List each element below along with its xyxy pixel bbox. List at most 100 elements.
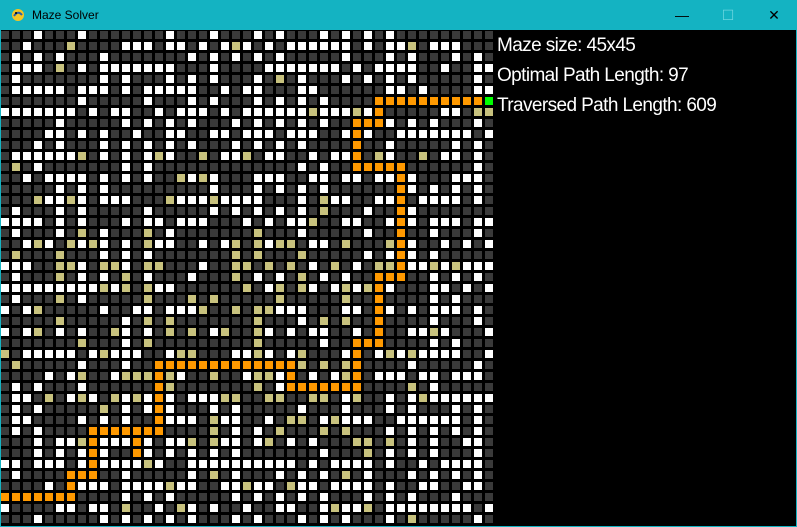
maze-cell	[144, 350, 152, 358]
maze-cell	[309, 438, 317, 446]
maze-cell	[386, 493, 394, 501]
maze-cell	[243, 372, 251, 380]
maze-cell	[144, 262, 152, 270]
maze-cell	[100, 141, 108, 149]
maze-cell	[221, 438, 229, 446]
path-cell	[89, 427, 97, 435]
maze-cell	[463, 31, 471, 39]
maze-cell	[364, 152, 372, 160]
maze-cell	[78, 438, 86, 446]
maximize-button[interactable]: ☐	[705, 0, 751, 30]
maze-cell	[12, 64, 20, 72]
maze-cell	[188, 515, 196, 523]
maze-cell	[243, 284, 251, 292]
maze-cell	[144, 471, 152, 479]
maze-cell	[419, 284, 427, 292]
maze-cell	[111, 229, 119, 237]
maze-cell	[12, 350, 20, 358]
maze-cell	[199, 207, 207, 215]
maze-cell	[265, 75, 273, 83]
maze-cell	[430, 207, 438, 215]
maze-cell	[397, 53, 405, 61]
maze-cell	[408, 152, 416, 160]
maze-cell	[56, 130, 64, 138]
maze-cell	[419, 317, 427, 325]
maze-cell	[342, 174, 350, 182]
maze-cell	[78, 251, 86, 259]
maze-cell	[67, 361, 75, 369]
maze-cell	[474, 42, 482, 50]
maze-cell	[210, 284, 218, 292]
maze-cell	[210, 42, 218, 50]
maze-cell	[188, 328, 196, 336]
maze-cell	[144, 328, 152, 336]
maze-cell	[364, 416, 372, 424]
maze-cell	[342, 460, 350, 468]
maze-cell	[397, 317, 405, 325]
maze-cell	[23, 42, 31, 50]
path-cell	[133, 427, 141, 435]
maze-cell	[45, 119, 53, 127]
maze-cell	[430, 405, 438, 413]
maze-cell	[67, 130, 75, 138]
maze-cell	[221, 97, 229, 105]
close-button[interactable]: ✕	[751, 0, 797, 30]
maze-cell	[353, 262, 361, 270]
maze-cell	[430, 196, 438, 204]
maze-cell	[309, 471, 317, 479]
maze-cell	[100, 97, 108, 105]
maze-cell	[463, 130, 471, 138]
path-cell	[133, 449, 141, 457]
maze-cell	[408, 284, 416, 292]
maze-cell	[430, 372, 438, 380]
path-cell	[397, 185, 405, 193]
maze-cell	[12, 152, 20, 160]
maze-cell	[386, 339, 394, 347]
maze-cell	[419, 482, 427, 490]
maze-cell	[265, 460, 273, 468]
maze-cell	[254, 449, 262, 457]
maze-cell	[441, 295, 449, 303]
minimize-button[interactable]: —	[659, 0, 705, 30]
maze-cell	[1, 174, 9, 182]
maze-cell	[12, 185, 20, 193]
maze-cell	[111, 152, 119, 160]
maze-cell	[463, 152, 471, 160]
maze-cell	[485, 163, 493, 171]
maze-cell	[287, 328, 295, 336]
maze-cell	[221, 86, 229, 94]
title-bar[interactable]: Maze Solver — ☐ ✕	[0, 0, 797, 30]
maze-cell	[298, 493, 306, 501]
maze-cell	[408, 339, 416, 347]
maze-cell	[188, 53, 196, 61]
maze-cell	[67, 64, 75, 72]
maze-cell	[276, 515, 284, 523]
maze-cell	[419, 273, 427, 281]
maze-cell	[34, 394, 42, 402]
maze-cell	[89, 262, 97, 270]
maze-cell	[320, 42, 328, 50]
maze-cell	[12, 163, 20, 171]
maze-cell	[254, 130, 262, 138]
maze-cell	[276, 163, 284, 171]
path-cell	[89, 471, 97, 479]
maze-cell	[100, 130, 108, 138]
maze-cell	[265, 273, 273, 281]
maze-cell	[78, 31, 86, 39]
maze-cell	[12, 174, 20, 182]
maze-cell	[430, 317, 438, 325]
maze-cell	[199, 383, 207, 391]
maze-cell	[254, 97, 262, 105]
maze-cell	[265, 130, 273, 138]
maze-cell	[232, 372, 240, 380]
maze-cell	[408, 482, 416, 490]
maze-cell	[320, 152, 328, 160]
maze-cell	[188, 174, 196, 182]
maze-cell	[155, 152, 163, 160]
maze-cell	[331, 251, 339, 259]
maze-cell	[12, 86, 20, 94]
maze-cell	[1, 295, 9, 303]
maze-cell	[309, 372, 317, 380]
maze-cell	[463, 405, 471, 413]
maze-cell	[23, 482, 31, 490]
